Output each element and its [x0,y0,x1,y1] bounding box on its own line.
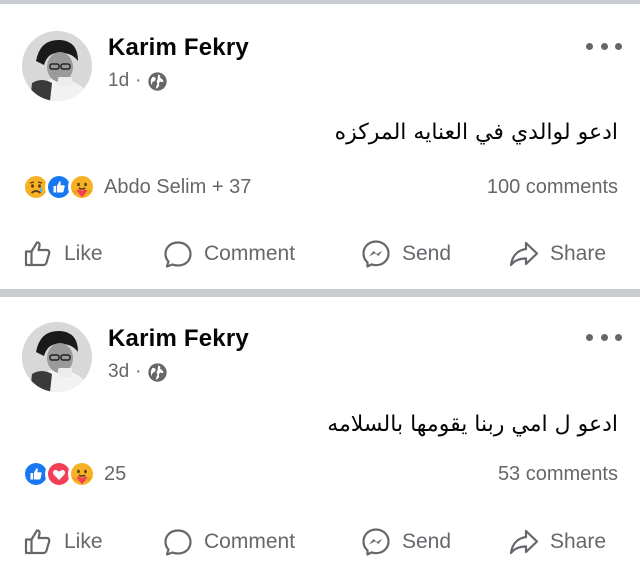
send-label: Send [402,242,452,265]
more-dot [586,42,593,50]
post-author[interactable]: Karim Fekry [108,34,249,62]
thumbs-up-icon [24,529,51,555]
send-label: Send [402,530,452,553]
like-button[interactable]: Like [22,232,103,276]
share-button[interactable]: Share [508,520,606,564]
comment-button[interactable]: Comment [162,520,295,564]
reactions-bar: Abdo Selim + 37 100 comments [22,172,618,202]
comment-button[interactable]: Comment [162,232,295,276]
avatar-icon[interactable] [22,31,92,101]
post-text: ادعو لوالدي في العنايه المركزه [334,120,618,145]
like-label: Like [64,530,103,553]
post-actions: Like Comment Send Share [0,520,640,564]
care-reaction-icon [68,173,96,201]
more-dot [615,42,622,50]
meta-separator: · [135,70,142,91]
reactions-bar: 25 53 comments [22,459,618,489]
globe-icon[interactable] [147,362,168,383]
more-dot [600,42,608,50]
comment-bubble-icon [164,241,192,268]
care-reaction-icon [68,460,96,488]
comment-label: Comment [204,530,296,553]
post-time[interactable]: 3d [108,361,129,383]
comments-count[interactable]: 100 comments [487,176,618,199]
globe-icon[interactable] [147,71,168,92]
thumbs-up-icon [24,241,51,267]
send-button[interactable]: Send [360,232,451,276]
comment-bubble-icon [164,529,192,556]
more-dot [615,333,622,341]
post-card: Karim Fekry 1d · ادعو لوالدي في العنايه … [0,4,640,289]
post-actions: Like Comment Send Share [0,232,640,276]
messenger-icon [362,528,390,556]
post-meta: 1d · [108,70,168,92]
post-time[interactable]: 1d [108,70,129,92]
messenger-icon [362,240,390,268]
meta-separator: · [135,361,142,382]
send-button[interactable]: Send [360,520,451,564]
more-options-icon[interactable] [586,327,622,347]
post-card: Karim Fekry 3d · ادعو ل امي ربنا يقومها … [0,295,640,575]
avatar-icon[interactable] [22,322,92,392]
like-label: Like [64,242,103,265]
more-dot [586,333,593,341]
reaction-count: 25 [104,462,127,485]
reaction-summary[interactable]: 25 [22,460,126,488]
like-button[interactable]: Like [22,520,103,564]
more-options-icon[interactable] [586,36,622,56]
post-meta: 3d · [108,361,168,383]
share-arrow-icon [509,241,539,267]
comment-label: Comment [204,242,296,265]
comments-count[interactable]: 53 comments [498,463,618,486]
reaction-summary[interactable]: Abdo Selim + 37 [22,173,251,201]
more-dot [600,333,608,341]
share-label: Share [550,530,607,553]
post-text: ادعو ل امي ربنا يقومها بالسلامه [327,412,618,437]
share-label: Share [550,242,607,265]
share-button[interactable]: Share [508,232,606,276]
share-arrow-icon [509,529,539,555]
reaction-count: Abdo Selim + 37 [104,175,252,198]
post-author[interactable]: Karim Fekry [108,325,249,353]
